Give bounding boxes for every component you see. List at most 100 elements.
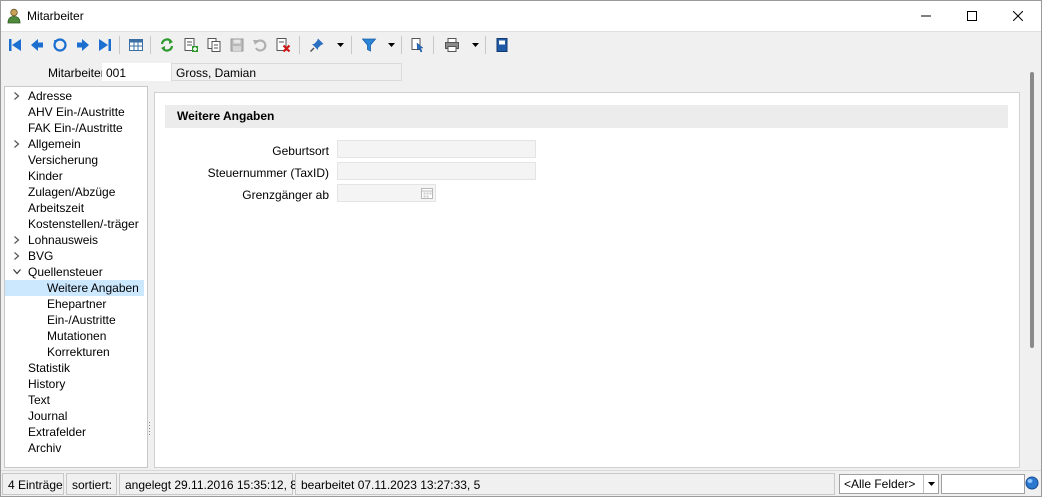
save-button[interactable] [227, 35, 247, 55]
next-record-icon [77, 39, 89, 51]
tree-item[interactable]: Kinder [5, 168, 63, 184]
tree-item-label: Ehepartner [47, 297, 107, 311]
close-button[interactable] [995, 1, 1041, 31]
birthplace-label: Geburtsort [272, 144, 329, 158]
minimize-button[interactable] [903, 1, 949, 31]
pin-button[interactable] [307, 35, 327, 55]
delete-icon [276, 38, 291, 53]
previous-record-button[interactable] [27, 35, 47, 55]
tree-item-label: Adresse [28, 89, 73, 103]
birthplace-field[interactable] [337, 140, 536, 158]
vertical-scrollbar[interactable] [1024, 58, 1041, 468]
tree-item-label: FAK Ein-/Austritte [28, 121, 123, 135]
new-record-button[interactable] [181, 35, 201, 55]
section-title: Weitere Angaben [165, 105, 1008, 128]
close-icon [1013, 11, 1023, 21]
tree-item[interactable]: Mutationen [5, 328, 144, 344]
next-record-button[interactable] [73, 35, 93, 55]
tree-item[interactable]: FAK Ein-/Austritte [5, 120, 123, 136]
tree-item[interactable]: Lohnausweis [5, 232, 98, 248]
globe-icon[interactable] [1025, 476, 1039, 490]
print-button[interactable] [442, 35, 462, 55]
tree-item[interactable]: Ein-/Austritte [5, 312, 144, 328]
print-dropdown[interactable] [470, 35, 480, 55]
tree-item[interactable]: Adresse [5, 88, 72, 104]
tree-item-label: Korrekturen [47, 345, 110, 359]
tree-item[interactable]: Arbeitszeit [5, 200, 84, 216]
filter-button[interactable] [359, 35, 379, 55]
chevron-right-icon[interactable] [12, 88, 22, 104]
panel-splitter[interactable] [148, 421, 151, 437]
field-filter-dropdown[interactable] [923, 475, 938, 493]
grip-icon [149, 422, 150, 435]
tree-item[interactable]: Text [5, 392, 50, 408]
tree-item[interactable]: History [5, 376, 65, 392]
tree-item[interactable]: Korrekturen [5, 344, 144, 360]
tree-item[interactable]: BVG [5, 248, 53, 264]
last-record-icon [99, 39, 111, 51]
delete-record-button[interactable] [273, 35, 293, 55]
toolbar-separator [150, 36, 151, 54]
undo-icon [253, 39, 267, 52]
filter-icon [361, 38, 377, 52]
first-record-icon [9, 39, 21, 51]
tree-item[interactable]: Extrafelder [5, 424, 86, 440]
employee-name-field: Gross, Damian [171, 63, 402, 81]
tree-item[interactable]: Journal [5, 408, 67, 424]
tree-item-label: Text [28, 393, 51, 407]
employee-number-field[interactable]: 001 [102, 63, 171, 81]
search-records-button[interactable] [408, 35, 428, 55]
notebook-button[interactable] [492, 35, 512, 55]
scrollbar-thumb[interactable] [1030, 72, 1034, 348]
chevron-right-icon[interactable] [12, 232, 22, 248]
cross-border-commuter-date-field[interactable] [337, 184, 436, 202]
table-view-button[interactable] [126, 35, 146, 55]
tree-item[interactable]: Versicherung [5, 152, 98, 168]
tree-item-label: Archiv [28, 441, 62, 455]
tree-item-label: History [28, 377, 66, 391]
tree-item[interactable]: Quellensteuer [5, 264, 103, 280]
tree-item[interactable]: Statistik [5, 360, 70, 376]
tree-item[interactable]: Zulagen/Abzüge [5, 184, 115, 200]
previous-record-icon [31, 39, 43, 51]
employee-app-icon [7, 8, 21, 24]
calendar-icon[interactable] [421, 187, 433, 199]
maximize-button[interactable] [949, 1, 995, 31]
copy-record-button[interactable] [204, 35, 224, 55]
tree-item-label: Kostenstellen/-träger [28, 217, 139, 231]
chevron-right-icon[interactable] [12, 248, 22, 264]
tree-item-label: Kinder [28, 169, 63, 183]
first-record-button[interactable] [5, 35, 25, 55]
tree-item[interactable]: Archiv [5, 440, 61, 456]
created-status: angelegt 29.11.2016 15:35:12, 8 [119, 473, 297, 495]
tree-item[interactable]: Kostenstellen/-träger [5, 216, 139, 232]
toolbar-separator [119, 36, 120, 54]
filter-dropdown[interactable] [386, 35, 396, 55]
status-bar: 4 Einträge sortiert: angelegt 29.11.2016… [1, 470, 1041, 496]
tree-item-label: Mutationen [47, 329, 107, 343]
search-records-icon [411, 38, 424, 53]
refresh-nav-icon [53, 38, 67, 52]
tree-item-label: Lohnausweis [28, 233, 99, 247]
tax-id-field[interactable] [337, 162, 536, 180]
chevron-right-icon[interactable] [12, 136, 22, 152]
toolbar-separator [351, 36, 352, 54]
tree-item-label: Arbeitszeit [28, 201, 85, 215]
tree-item[interactable]: Allgemein [5, 136, 81, 152]
tree-item[interactable]: Ehepartner [5, 296, 144, 312]
back-to-record-button[interactable] [50, 35, 70, 55]
last-record-button[interactable] [95, 35, 115, 55]
notebook-icon [496, 38, 508, 52]
pin-dropdown[interactable] [335, 35, 345, 55]
copy-record-icon [207, 38, 221, 52]
tree-item[interactable]: AHV Ein-/Austritte [5, 104, 125, 120]
save-icon [230, 38, 244, 52]
table-view-icon [129, 39, 143, 51]
chevron-down-icon[interactable] [12, 264, 22, 280]
quick-search-input[interactable] [941, 474, 1025, 494]
undo-button[interactable] [250, 35, 270, 55]
tree-item[interactable]: Weitere Angaben [5, 280, 144, 296]
refresh-button[interactable] [157, 35, 177, 55]
tree-item-label: Quellensteuer [28, 265, 103, 279]
toolbar [1, 31, 1041, 58]
